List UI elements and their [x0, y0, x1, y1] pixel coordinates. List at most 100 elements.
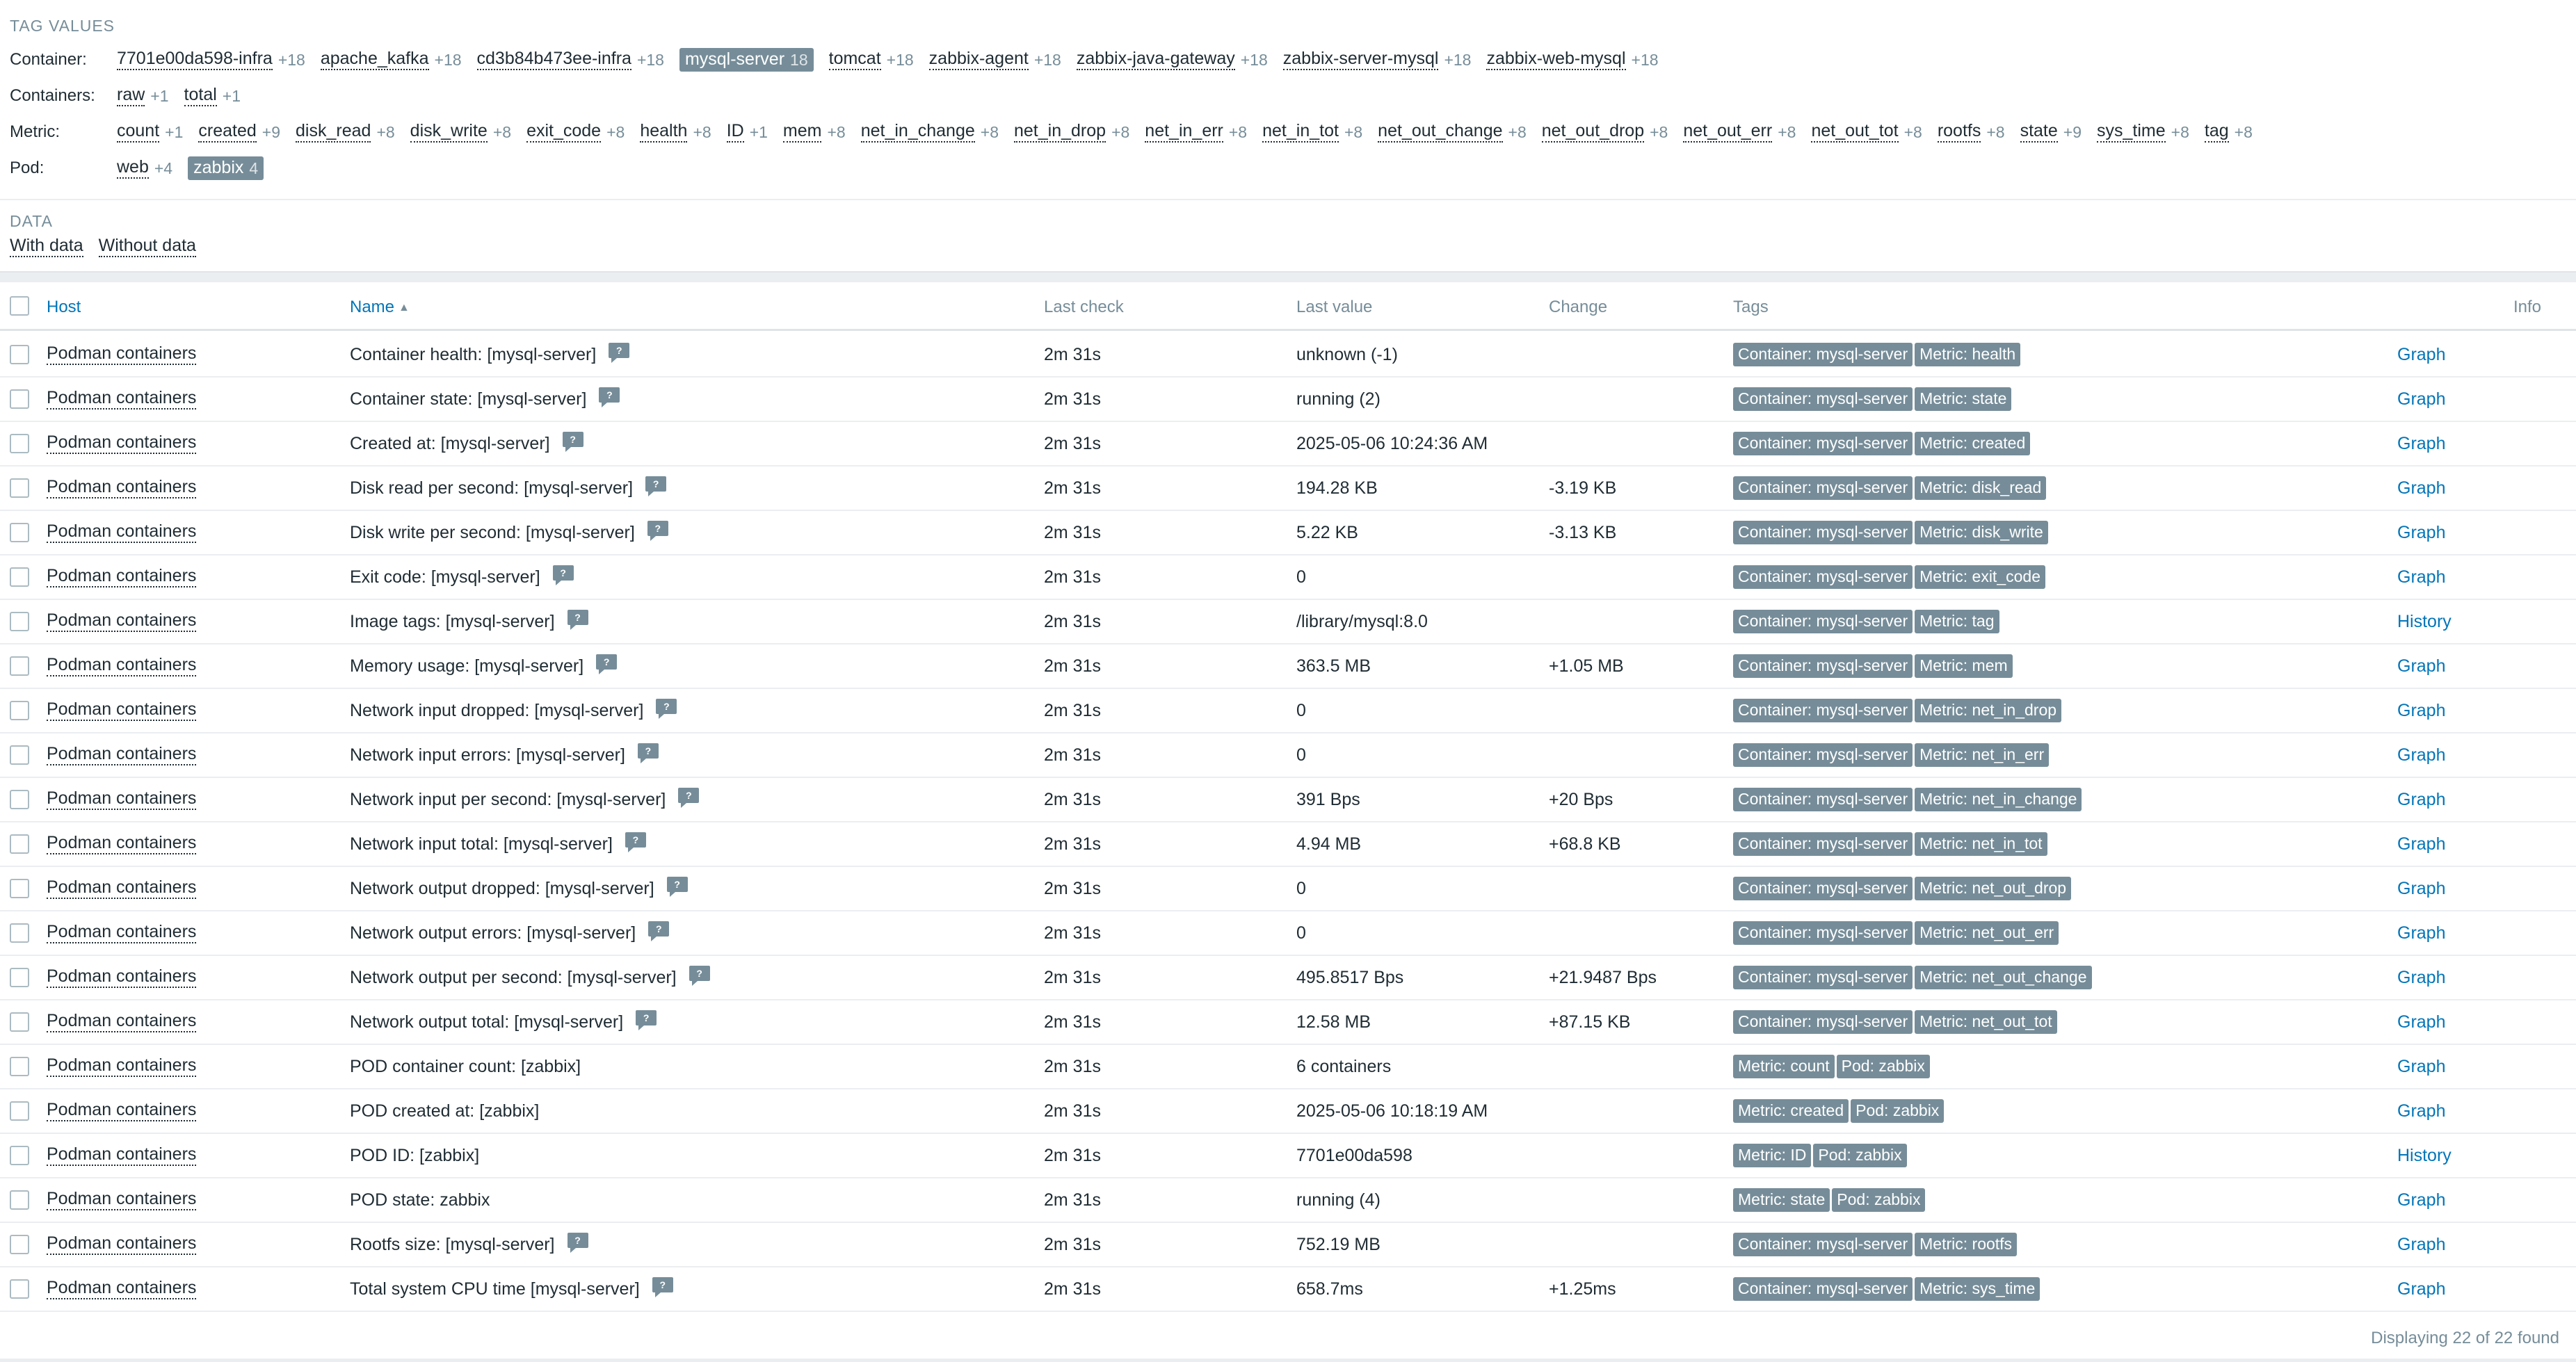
host-link[interactable]: Podman containers [47, 1145, 197, 1166]
without-data-link[interactable]: Without data [98, 236, 196, 257]
row-checkbox[interactable] [10, 745, 29, 765]
host-link[interactable]: Podman containers [47, 1234, 197, 1255]
description-hint-icon[interactable]: ? [689, 966, 710, 986]
host-link[interactable]: Podman containers [47, 1101, 197, 1121]
row-checkbox[interactable] [10, 567, 29, 587]
host-link[interactable]: Podman containers [47, 967, 197, 988]
item-tag[interactable]: Container: mysql-server [1733, 832, 1913, 856]
host-link[interactable]: Podman containers [47, 567, 197, 587]
tag-value-net-out-err[interactable]: net_out_err +8 [1683, 122, 1796, 143]
item-tag[interactable]: Metric: disk_write [1915, 521, 2048, 544]
tag-value-sys-time[interactable]: sys_time +8 [2097, 122, 2189, 143]
item-tag[interactable]: Metric: exit_code [1915, 565, 2045, 589]
row-checkbox[interactable] [10, 656, 29, 676]
row-checkbox[interactable] [10, 1057, 29, 1076]
item-tag[interactable]: Metric: net_out_change [1915, 966, 2092, 989]
tag-value-net-in-drop[interactable]: net_in_drop +8 [1014, 122, 1129, 143]
item-tag[interactable]: Metric: net_in_change [1915, 788, 2082, 811]
row-checkbox[interactable] [10, 1190, 29, 1210]
row-checkbox[interactable] [10, 701, 29, 720]
graph-link[interactable]: Graph [2397, 1012, 2445, 1032]
tag-value-id[interactable]: ID +1 [726, 122, 768, 143]
item-tag[interactable]: Pod: zabbix [1832, 1188, 1926, 1212]
item-tag[interactable]: Container: mysql-server [1733, 1010, 1913, 1034]
graph-link[interactable]: Graph [2397, 745, 2445, 765]
select-all-checkbox[interactable] [10, 296, 29, 316]
tag-value-disk-write[interactable]: disk_write +8 [410, 122, 511, 143]
host-link[interactable]: Podman containers [47, 789, 197, 810]
graph-link[interactable]: Graph [2397, 834, 2445, 854]
item-tag[interactable]: Metric: count [1733, 1055, 1835, 1078]
tag-value-count[interactable]: count +1 [117, 122, 183, 143]
item-tag[interactable]: Metric: net_out_tot [1915, 1010, 2057, 1034]
row-checkbox[interactable] [10, 879, 29, 898]
item-tag[interactable]: Container: mysql-server [1733, 432, 1913, 455]
description-hint-icon[interactable]: ? [637, 743, 659, 763]
tag-value-health[interactable]: health +8 [640, 122, 711, 143]
row-checkbox[interactable] [10, 1279, 29, 1299]
tag-value-raw[interactable]: raw +1 [117, 86, 169, 106]
item-tag[interactable]: Metric: net_in_tot [1915, 832, 2047, 856]
item-tag[interactable]: Container: mysql-server [1733, 476, 1913, 500]
item-tag[interactable]: Metric: health [1915, 343, 2021, 366]
graph-link[interactable]: Graph [2397, 656, 2445, 676]
graph-link[interactable]: Graph [2397, 1279, 2445, 1299]
tag-value-web[interactable]: web +4 [117, 158, 172, 179]
description-hint-icon[interactable]: ? [562, 432, 583, 452]
host-link[interactable]: Podman containers [47, 611, 197, 632]
item-tag[interactable]: Container: mysql-server [1733, 966, 1913, 989]
row-checkbox[interactable] [10, 389, 29, 409]
graph-link[interactable]: Graph [2397, 345, 2445, 365]
tag-value-apache-kafka[interactable]: apache_kafka +18 [320, 49, 462, 70]
item-tag[interactable]: Metric: ID [1733, 1144, 1812, 1167]
row-checkbox[interactable] [10, 923, 29, 943]
tag-value-zabbix-java-gateway[interactable]: zabbix-java-gateway +18 [1076, 49, 1268, 70]
description-hint-icon[interactable]: ? [678, 788, 700, 808]
graph-link[interactable]: Graph [2397, 434, 2445, 454]
row-checkbox[interactable] [10, 790, 29, 809]
graph-link[interactable]: Graph [2397, 478, 2445, 498]
column-host[interactable]: Host [47, 298, 81, 317]
tag-value-zabbix-agent[interactable]: zabbix-agent +18 [928, 49, 1061, 70]
description-hint-icon[interactable]: ? [567, 1233, 588, 1253]
with-data-link[interactable]: With data [10, 236, 83, 257]
item-tag[interactable]: Container: mysql-server [1733, 1277, 1913, 1301]
tag-value-7701e00da598-infra[interactable]: 7701e00da598-infra +18 [117, 49, 305, 70]
host-link[interactable]: Podman containers [47, 878, 197, 899]
item-tag[interactable]: Container: mysql-server [1733, 565, 1913, 589]
host-link[interactable]: Podman containers [47, 656, 197, 676]
item-tag[interactable]: Container: mysql-server [1733, 610, 1913, 633]
tag-value-zabbix-web-mysql[interactable]: zabbix-web-mysql +18 [1486, 49, 1659, 70]
host-link[interactable]: Podman containers [47, 1056, 197, 1077]
host-link[interactable]: Podman containers [47, 745, 197, 765]
item-tag[interactable]: Container: mysql-server [1733, 877, 1913, 900]
description-hint-icon[interactable]: ? [645, 476, 667, 496]
item-tag[interactable]: Metric: created [1733, 1099, 1849, 1123]
item-tag[interactable]: Metric: sys_time [1915, 1277, 2040, 1301]
tag-value-rootfs[interactable]: rootfs +8 [1937, 122, 2005, 143]
host-link[interactable]: Podman containers [47, 522, 197, 543]
graph-link[interactable]: Graph [2397, 968, 2445, 988]
tag-value-mem[interactable]: mem +8 [782, 122, 846, 143]
row-checkbox[interactable] [10, 968, 29, 987]
description-hint-icon[interactable]: ? [599, 387, 620, 407]
tag-value-net-out-tot[interactable]: net_out_tot +8 [1811, 122, 1922, 143]
graph-link[interactable]: Graph [2397, 701, 2445, 721]
history-link[interactable]: History [2397, 1146, 2452, 1166]
item-tag[interactable]: Metric: tag [1915, 610, 1999, 633]
item-tag[interactable]: Container: mysql-server [1733, 521, 1913, 544]
host-link[interactable]: Podman containers [47, 700, 197, 721]
graph-link[interactable]: Graph [2397, 1057, 2445, 1077]
row-checkbox[interactable] [10, 612, 29, 631]
item-tag[interactable]: Pod: zabbix [1851, 1099, 1945, 1123]
row-checkbox[interactable] [10, 478, 29, 498]
description-hint-icon[interactable]: ? [625, 832, 646, 852]
item-tag[interactable]: Container: mysql-server [1733, 743, 1913, 767]
tag-value-exit-code[interactable]: exit_code +8 [526, 122, 625, 143]
row-checkbox[interactable] [10, 434, 29, 453]
item-tag[interactable]: Pod: zabbix [1813, 1144, 1907, 1167]
item-tag[interactable]: Metric: net_in_err [1915, 743, 2050, 767]
host-link[interactable]: Podman containers [47, 923, 197, 943]
item-tag[interactable]: Metric: net_in_drop [1915, 699, 2062, 722]
graph-link[interactable]: Graph [2397, 923, 2445, 943]
